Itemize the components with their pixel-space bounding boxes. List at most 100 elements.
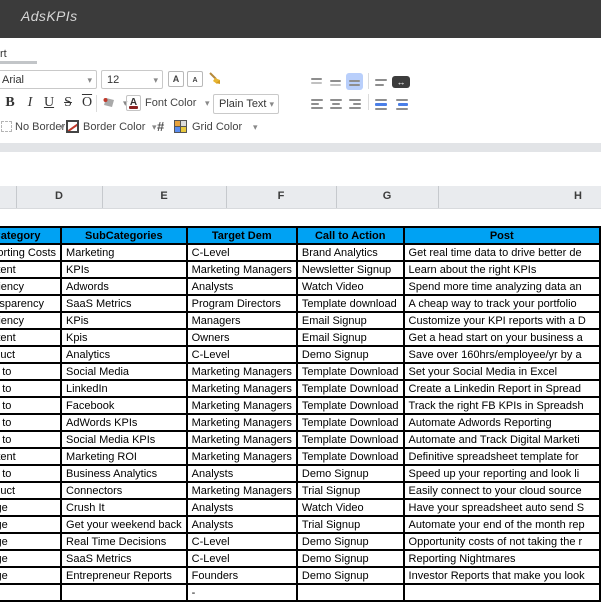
cell-subcategories[interactable]: Entrepreneur Reports <box>61 567 187 584</box>
cell-target-dem[interactable]: Marketing Managers <box>187 380 297 397</box>
cell-call-to-action[interactable]: Template download <box>297 295 404 312</box>
cell-category[interactable]: Reporting Costs <box>0 244 61 261</box>
column-header-D[interactable]: D <box>55 190 63 202</box>
cell-subcategories[interactable]: Marketing <box>61 244 187 261</box>
cell-target-dem[interactable]: C-Level <box>187 346 297 363</box>
wrap-text-button[interactable] <box>372 95 389 112</box>
cell-call-to-action[interactable]: Trial Signup <box>297 482 404 499</box>
cell-subcategories[interactable]: SaaS Metrics <box>61 550 187 567</box>
cell-target-dem[interactable]: Analysts <box>187 516 297 533</box>
cell-target-dem[interactable]: C-Level <box>187 533 297 550</box>
cell-category[interactable]: Efficiency <box>0 278 61 295</box>
cell-post[interactable] <box>404 584 600 601</box>
cell-subcategories[interactable]: Adwords <box>61 278 187 295</box>
cell-call-to-action[interactable]: Brand Analytics <box>297 244 404 261</box>
cell-post[interactable]: Save over 160hrs/employee/yr by a <box>404 346 600 363</box>
cell-post[interactable]: A cheap way to track your portfolio <box>404 295 600 312</box>
cell-category[interactable]: Content <box>0 261 61 278</box>
cell-target-dem[interactable]: Marketing Managers <box>187 414 297 431</box>
cell-subcategories[interactable]: KPis <box>61 312 187 329</box>
table-header-call-to-action[interactable]: Call to Action <box>297 227 404 244</box>
grid-color-icon[interactable] <box>174 120 187 133</box>
cell-category[interactable]: How to <box>0 363 61 380</box>
cell-target-dem[interactable]: Marketing Managers <box>187 363 297 380</box>
cell-call-to-action[interactable] <box>297 584 404 601</box>
chevron-down-icon[interactable]: ▾ <box>205 98 210 109</box>
cell-subcategories[interactable]: Business Analytics <box>61 465 187 482</box>
menu-item-partial[interactable]: rt <box>0 48 7 60</box>
cell-call-to-action[interactable]: Email Signup <box>297 329 404 346</box>
cell-category[interactable]: Content <box>0 448 61 465</box>
cell-category[interactable]: Image <box>0 499 61 516</box>
cell-category[interactable]: Product <box>0 346 61 363</box>
underline-button[interactable]: U <box>41 95 57 111</box>
cell-category[interactable]: Transparency <box>0 295 61 312</box>
vertical-align-top-button[interactable] <box>308 74 325 91</box>
indent-text-button[interactable] <box>393 95 410 112</box>
cell-target-dem[interactable]: Program Directors <box>187 295 297 312</box>
cell-subcategories[interactable]: Crush It <box>61 499 187 516</box>
cell-post[interactable]: Automate Adwords Reporting <box>404 414 600 431</box>
cell-call-to-action[interactable]: Newsletter Signup <box>297 261 404 278</box>
increase-font-size-button[interactable]: A <box>168 71 184 87</box>
clip-text-button[interactable] <box>372 74 389 91</box>
cell-target-dem[interactable]: Analysts <box>187 465 297 482</box>
cell-category[interactable]: How to <box>0 397 61 414</box>
cell-category[interactable]: Product <box>0 482 61 499</box>
column-separator[interactable] <box>102 186 103 208</box>
bold-button[interactable]: B <box>2 95 18 111</box>
cell-category[interactable]: Image <box>0 516 61 533</box>
column-separator[interactable] <box>438 186 439 208</box>
grid-lines-icon[interactable]: # <box>157 119 164 134</box>
column-separator[interactable] <box>226 186 227 208</box>
text-style-select[interactable]: Plain Text ▾ <box>213 94 279 114</box>
cell-call-to-action[interactable]: Watch Video <box>297 278 404 295</box>
cell-category[interactable] <box>0 584 61 601</box>
cell-subcategories[interactable]: Facebook <box>61 397 187 414</box>
align-right-button[interactable] <box>346 95 363 112</box>
column-header-G[interactable]: G <box>383 190 392 202</box>
cell-call-to-action[interactable]: Demo Signup <box>297 550 404 567</box>
italic-button[interactable]: I <box>22 95 38 111</box>
align-left-button[interactable] <box>308 95 325 112</box>
paint-format-icon[interactable] <box>102 96 117 110</box>
chevron-down-icon[interactable]: ▾ <box>152 122 157 133</box>
cell-post[interactable]: Spend more time analyzing data an <box>404 278 600 295</box>
cell-post[interactable]: Create a Linkedin Report in Spread <box>404 380 600 397</box>
cell-category[interactable]: How to <box>0 414 61 431</box>
cell-post[interactable]: Investor Reports that make you look <box>404 567 600 584</box>
cell-call-to-action[interactable]: Email Signup <box>297 312 404 329</box>
cell-category[interactable]: Image <box>0 567 61 584</box>
cell-call-to-action[interactable]: Template Download <box>297 380 404 397</box>
table-header-subcategories[interactable]: SubCategories <box>61 227 187 244</box>
overline-button[interactable]: O <box>79 95 95 111</box>
cell-target-dem[interactable]: - <box>187 584 297 601</box>
cell-target-dem[interactable]: Marketing Managers <box>187 397 297 414</box>
cell-post[interactable]: Automate your end of the month rep <box>404 516 600 533</box>
strikethrough-button[interactable]: S <box>60 95 76 111</box>
font-color-icon[interactable]: A <box>126 95 141 111</box>
border-color-label[interactable]: Border Color <box>83 121 145 133</box>
cell-call-to-action[interactable]: Trial Signup <box>297 516 404 533</box>
cell-post[interactable]: Get a head start on your business a <box>404 329 600 346</box>
font-family-select[interactable]: Arial ▾ <box>0 70 97 89</box>
cell-target-dem[interactable]: Analysts <box>187 278 297 295</box>
cell-post[interactable]: Set your Social Media in Excel <box>404 363 600 380</box>
cell-target-dem[interactable]: Marketing Managers <box>187 261 297 278</box>
chevron-down-icon[interactable]: ▾ <box>60 122 65 133</box>
cell-target-dem[interactable]: C-Level <box>187 550 297 567</box>
cell-post[interactable]: Definitive spreadsheet template for <box>404 448 600 465</box>
vertical-align-bottom-button[interactable] <box>346 73 363 90</box>
border-color-icon[interactable] <box>66 120 79 133</box>
cell-subcategories[interactable] <box>61 584 187 601</box>
cell-target-dem[interactable]: C-Level <box>187 244 297 261</box>
cell-subcategories[interactable]: Social Media KPIs <box>61 431 187 448</box>
cell-subcategories[interactable]: Get your weekend back <box>61 516 187 533</box>
cell-category[interactable]: How to <box>0 465 61 482</box>
cell-target-dem[interactable]: Managers <box>187 312 297 329</box>
column-header-F[interactable]: F <box>278 190 285 202</box>
column-separator[interactable] <box>336 186 337 208</box>
cell-category[interactable]: Image <box>0 550 61 567</box>
cell-target-dem[interactable]: Founders <box>187 567 297 584</box>
cell-post[interactable]: Customize your KPI reports with a D <box>404 312 600 329</box>
